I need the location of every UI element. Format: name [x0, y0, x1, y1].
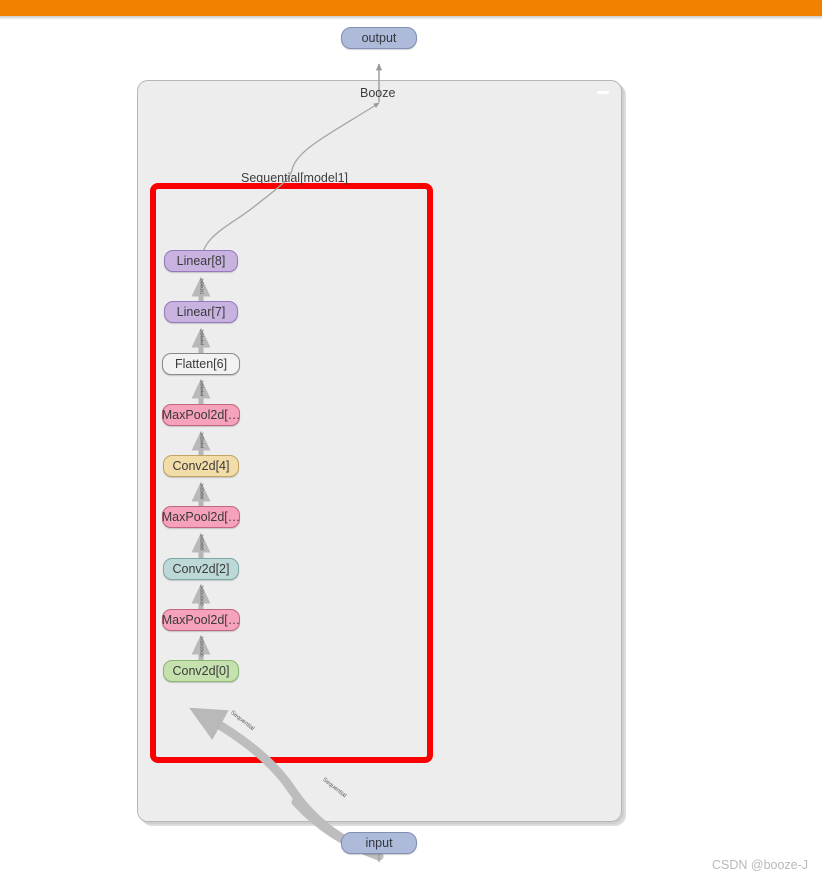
node-maxpool-3-label: MaxPool2d[… — [161, 509, 241, 524]
cluster-label-booze: Booze — [360, 86, 396, 100]
diagram-canvas[interactable]: Booze Sequential[model1] output input Li… — [0, 20, 822, 872]
node-input[interactable]: input — [341, 832, 417, 854]
node-conv2d-0-label: Conv2d[0] — [172, 663, 230, 678]
edge-label-maxpool5-in: 1x32x4x4 — [199, 432, 205, 449]
node-conv2d-2-label: Conv2d[2] — [172, 561, 230, 576]
collapse-marker-icon[interactable] — [597, 91, 609, 94]
node-flatten-6-label: Flatten[6] — [174, 356, 228, 371]
node-maxpool-5[interactable]: MaxPool2d[… — [162, 404, 240, 426]
node-conv2d-4[interactable]: Conv2d[4] — [163, 455, 239, 477]
node-maxpool-3[interactable]: MaxPool2d[… — [162, 506, 240, 528]
node-flatten-6[interactable]: Flatten[6] — [162, 353, 240, 375]
node-input-label: input — [365, 835, 393, 850]
node-maxpool-1-label: MaxPool2d[… — [161, 612, 241, 627]
node-maxpool-1[interactable]: MaxPool2d[… — [162, 609, 240, 631]
edge-label-conv2-in: 1x32x16x16 — [199, 585, 205, 606]
edge-label-maxpool1-in: 1x32x16x16 — [199, 636, 205, 657]
edge-label-conv4-in: 1x32x8x8 — [199, 483, 205, 500]
top-orange-bar — [0, 0, 822, 16]
node-output-label: output — [361, 30, 397, 45]
edge-label-maxpool3-in: 1x32x8x8 — [199, 534, 205, 551]
node-linear-7[interactable]: Linear[7] — [164, 301, 238, 323]
node-conv2d-4-label: Conv2d[4] — [172, 458, 230, 473]
node-linear-8[interactable]: Linear[8] — [164, 250, 238, 272]
cluster-label-sequential: Sequential[model1] — [241, 171, 349, 185]
node-conv2d-2[interactable]: Conv2d[2] — [163, 558, 239, 580]
node-linear-8-label: Linear[8] — [176, 253, 226, 268]
edge-label-linear8-in: 1x64x1x1 — [199, 278, 205, 295]
node-conv2d-0[interactable]: Conv2d[0] — [163, 660, 239, 682]
watermark-text: CSDN @booze-J — [712, 858, 809, 872]
node-output[interactable]: output — [341, 27, 417, 49]
edge-label-linear7-in: 1x64x4x4 — [199, 329, 205, 346]
edge-label-flatten6-in: 1x64x4x4 — [199, 380, 205, 397]
node-maxpool-5-label: MaxPool2d[… — [161, 407, 241, 422]
node-linear-7-label: Linear[7] — [176, 304, 226, 319]
